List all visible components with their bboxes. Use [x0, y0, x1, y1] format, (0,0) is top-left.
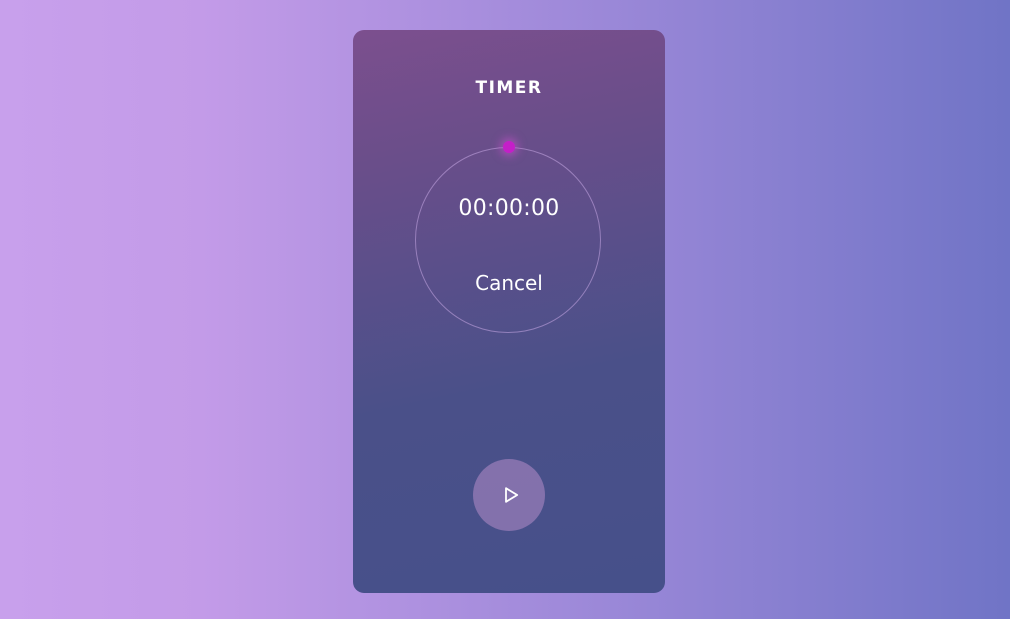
play-icon — [498, 485, 521, 505]
timer-title: TIMER — [475, 78, 543, 98]
cancel-button[interactable]: Cancel — [459, 271, 559, 295]
timer-dial-ring — [415, 147, 601, 333]
time-display: 00:00:00 — [458, 196, 560, 221]
play-button[interactable] — [473, 459, 545, 531]
timer-card: TIMER 00:00:00 Cancel — [353, 30, 665, 593]
dial-knob-handle[interactable] — [503, 141, 515, 153]
